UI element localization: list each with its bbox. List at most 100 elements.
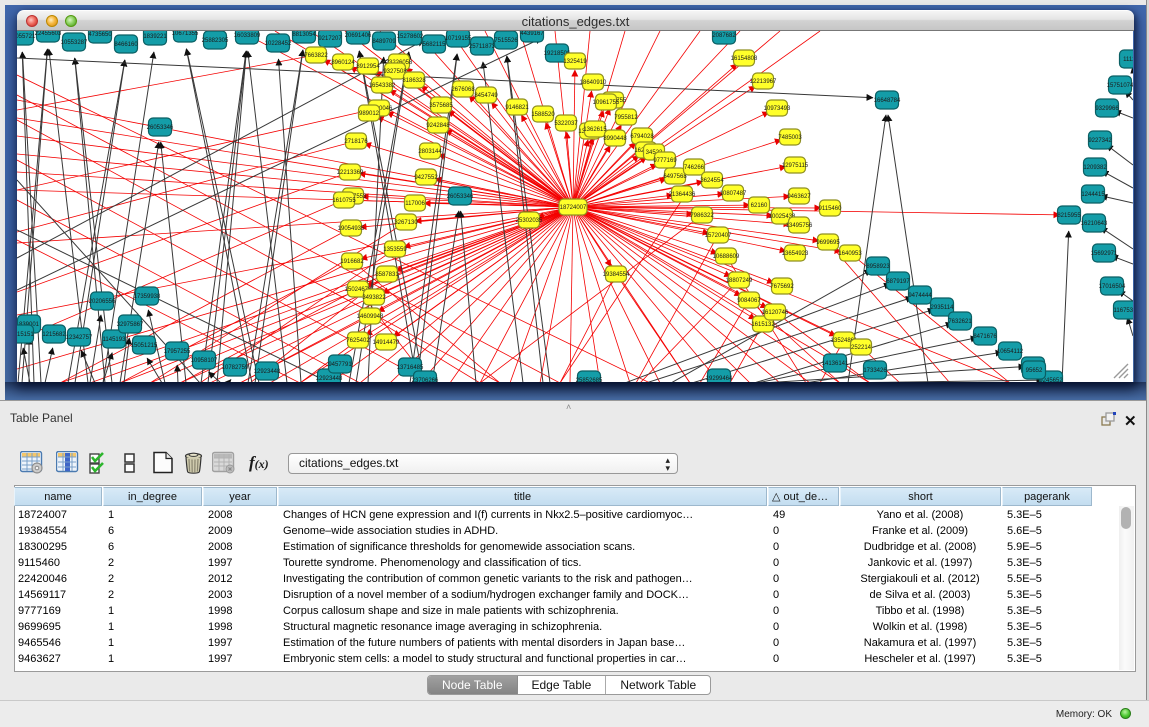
svg-text:8215955: 8215955 bbox=[1057, 213, 1081, 219]
svg-text:1353559: 1353559 bbox=[383, 247, 407, 253]
svg-text:8454749: 8454749 bbox=[474, 93, 498, 99]
svg-text:7485003: 7485003 bbox=[778, 135, 802, 141]
svg-text:8960124: 8960124 bbox=[331, 60, 355, 66]
svg-text:1615132: 1615132 bbox=[751, 322, 775, 328]
svg-text:1362615: 1362615 bbox=[583, 127, 607, 133]
svg-text:1588520: 1588520 bbox=[531, 112, 555, 118]
svg-text:9227342: 9227342 bbox=[1088, 138, 1112, 144]
svg-text:1167533: 1167533 bbox=[1114, 308, 1133, 314]
svg-text:7632621: 7632621 bbox=[948, 319, 972, 325]
svg-text:18724007: 18724007 bbox=[560, 205, 587, 211]
svg-text:9457791: 9457791 bbox=[328, 362, 352, 368]
svg-text:1244415: 1244415 bbox=[1081, 192, 1105, 198]
svg-text:95652: 95652 bbox=[1026, 368, 1043, 374]
svg-text:16543382: 16543382 bbox=[369, 83, 396, 89]
svg-text:15051215: 15051215 bbox=[131, 343, 158, 349]
svg-text:9777169: 9777169 bbox=[653, 158, 677, 164]
svg-text:10719155: 10719155 bbox=[445, 36, 472, 42]
svg-text:6879197: 6879197 bbox=[886, 279, 910, 285]
svg-text:8471676: 8471676 bbox=[973, 334, 997, 340]
svg-text:9474444: 9474444 bbox=[908, 293, 932, 299]
svg-text:32975867: 32975867 bbox=[117, 322, 144, 328]
svg-text:9329966: 9329966 bbox=[1095, 106, 1119, 112]
svg-text:1209382: 1209382 bbox=[1083, 165, 1107, 171]
svg-text:10553287: 10553287 bbox=[61, 40, 88, 46]
svg-text:17359938: 17359938 bbox=[134, 294, 161, 300]
svg-text:5682115: 5682115 bbox=[423, 42, 447, 48]
svg-text:13495756: 13495756 bbox=[786, 223, 813, 229]
svg-text:18640910: 18640910 bbox=[580, 80, 607, 86]
svg-text:1215682: 1215682 bbox=[42, 332, 66, 338]
svg-text:1733426: 1733426 bbox=[863, 368, 887, 374]
svg-text:16154808: 16154808 bbox=[731, 56, 758, 62]
svg-text:13716485: 13716485 bbox=[397, 365, 424, 371]
svg-text:2087682: 2087682 bbox=[712, 33, 736, 39]
svg-text:8912954: 8912954 bbox=[356, 64, 380, 70]
svg-text:7955812: 7955812 bbox=[614, 115, 638, 121]
svg-text:8990448: 8990448 bbox=[603, 136, 627, 142]
svg-text:8958923: 8958923 bbox=[866, 264, 890, 270]
svg-text:10782759: 10782759 bbox=[222, 365, 249, 371]
svg-text:6497568: 6497568 bbox=[663, 174, 687, 180]
svg-text:1916682: 1916682 bbox=[340, 259, 364, 265]
svg-text:16033809: 16033809 bbox=[234, 33, 261, 39]
svg-text:6794028: 6794028 bbox=[630, 134, 654, 140]
svg-text:10654112: 10654112 bbox=[997, 349, 1024, 355]
svg-text:19299464: 19299464 bbox=[706, 376, 733, 382]
svg-text:117006: 117006 bbox=[405, 201, 425, 207]
svg-text:5322037: 5322037 bbox=[554, 121, 578, 127]
svg-text:2676068: 2676068 bbox=[451, 87, 475, 93]
svg-text:9242848: 9242848 bbox=[426, 123, 450, 129]
svg-text:3493822: 3493822 bbox=[362, 295, 386, 301]
svg-text:12342757: 12342757 bbox=[66, 335, 93, 341]
svg-text:26053346: 26053346 bbox=[447, 194, 474, 200]
svg-text:3624554: 3624554 bbox=[700, 178, 724, 184]
svg-text:1325419: 1325419 bbox=[563, 59, 587, 65]
svg-text:20206556: 20206556 bbox=[89, 299, 116, 305]
svg-text:25711873: 25711873 bbox=[469, 44, 496, 50]
svg-text:8813054: 8813054 bbox=[292, 32, 316, 38]
svg-text:25055721: 25055721 bbox=[17, 34, 36, 40]
svg-text:17016504: 17016504 bbox=[1099, 284, 1126, 290]
svg-text:7986322: 7986322 bbox=[690, 213, 714, 219]
svg-text:1839221: 1839221 bbox=[143, 34, 167, 40]
svg-text:25302035: 25302035 bbox=[516, 218, 543, 224]
svg-text:4439167: 4439167 bbox=[520, 31, 544, 37]
svg-text:3915151: 3915151 bbox=[17, 332, 34, 338]
svg-text:9146821: 9146821 bbox=[505, 105, 529, 111]
svg-text:16648784: 16648784 bbox=[874, 98, 901, 104]
svg-text:13654923: 13654923 bbox=[782, 251, 809, 257]
svg-text:1640953: 1640953 bbox=[838, 251, 862, 257]
svg-text:16210643: 16210643 bbox=[1081, 221, 1108, 227]
svg-text:8466160: 8466160 bbox=[114, 42, 138, 48]
svg-text:10973493: 10973493 bbox=[764, 106, 791, 112]
svg-text:10961755: 10961755 bbox=[593, 100, 620, 106]
svg-text:9115460: 9115460 bbox=[819, 206, 843, 212]
svg-text:16120746: 16120746 bbox=[762, 310, 789, 316]
svg-text:62160: 62160 bbox=[751, 203, 768, 209]
svg-text:746266: 746266 bbox=[684, 165, 705, 171]
svg-text:7675692: 7675692 bbox=[770, 284, 794, 290]
svg-text:12213369: 12213369 bbox=[337, 170, 364, 176]
svg-text:9699695: 9699695 bbox=[816, 240, 840, 246]
svg-text:19384554: 19384554 bbox=[603, 272, 630, 278]
svg-text:10958107: 10958107 bbox=[191, 358, 218, 364]
svg-text:8186328: 8186328 bbox=[402, 78, 426, 84]
svg-text:10228452: 10228452 bbox=[265, 41, 292, 47]
svg-text:12923448: 12923448 bbox=[316, 376, 343, 382]
svg-text:8489709: 8489709 bbox=[372, 39, 396, 45]
svg-text:12975115: 12975115 bbox=[782, 163, 809, 169]
svg-text:15720407: 15720407 bbox=[705, 233, 732, 239]
svg-text:3267130: 3267130 bbox=[394, 220, 418, 226]
svg-text:14609948: 14609948 bbox=[357, 314, 384, 320]
svg-text:25852685: 25852685 bbox=[576, 378, 603, 382]
svg-text:18807249: 18807249 bbox=[726, 278, 753, 284]
svg-text:12213967: 12213967 bbox=[750, 79, 777, 85]
svg-text:7515526: 7515526 bbox=[494, 38, 518, 44]
svg-text:9217207: 9217207 bbox=[318, 36, 342, 42]
svg-text:3575685: 3575685 bbox=[429, 103, 453, 109]
svg-text:9463627: 9463627 bbox=[787, 194, 811, 200]
svg-text:20691406: 20691406 bbox=[345, 33, 372, 39]
svg-text:15692971: 15692971 bbox=[1091, 251, 1118, 257]
svg-text:10807487: 10807487 bbox=[720, 191, 747, 197]
